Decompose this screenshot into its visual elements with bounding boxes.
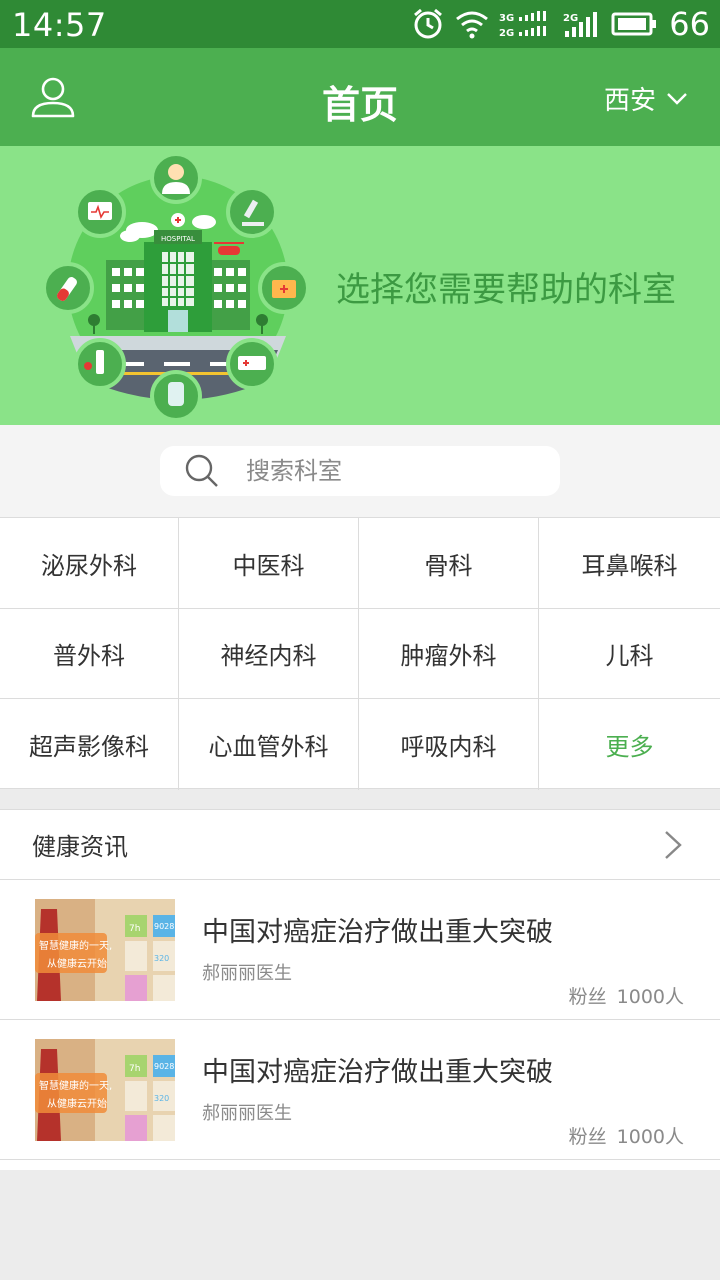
news-fans: 粉丝 1000人: [559, 982, 684, 1009]
alarm-icon: [414, 8, 443, 39]
wifi-icon: [456, 11, 489, 39]
health-news-section: 健康资讯 智慧健康的一天, 从健康云开始 7h 9028 320 中国对癌症治疗…: [0, 809, 720, 1170]
dept-ultrasound-imaging[interactable]: 超声影像科: [0, 699, 179, 790]
banner-prompt: 选择您需要帮助的科室: [336, 270, 676, 310]
department-grid: 泌尿外科 中医科 骨科 耳鼻喉科 普外科 神经内科 肿瘤外科 儿科 超声影像科 …: [0, 517, 720, 790]
chevron-down-icon: [667, 92, 687, 105]
city-label: 西安: [603, 86, 656, 116]
dept-ent[interactable]: 耳鼻喉科: [539, 518, 720, 609]
dept-general-surgery[interactable]: 普外科: [0, 609, 179, 699]
search-input[interactable]: [246, 457, 546, 485]
dept-pediatrics[interactable]: 儿科: [539, 609, 720, 699]
thumb-line-2: 从健康云开始: [47, 1097, 107, 1110]
signal-2g-icon: 2G: [563, 12, 598, 37]
thumb-line-1: 智慧健康的一天,: [39, 1079, 112, 1092]
health-news-title: 健康资讯: [32, 833, 128, 861]
signal-3g-2g-icon: 3G 2G: [499, 11, 547, 39]
thumb-stat-2: 9028: [154, 922, 174, 931]
news-item[interactable]: 智慧健康的一天, 从健康云开始 7h 9028 320 中国对癌症治疗做出重大突…: [0, 1020, 720, 1160]
thumb-line-2: 从健康云开始: [47, 957, 107, 970]
dept-orthopedics[interactable]: 骨科: [359, 518, 539, 609]
search-icon: [185, 454, 218, 487]
health-news-header[interactable]: 健康资讯: [0, 810, 720, 880]
battery-icon: [611, 12, 657, 36]
fans-count: 1000人: [616, 1126, 684, 1148]
news-title: 中国对癌症治疗做出重大突破: [202, 1057, 553, 1088]
status-time: 14:57: [12, 6, 107, 44]
thumb-stat-1: 7h: [129, 1064, 140, 1074]
news-item[interactable]: 智慧健康的一天, 从健康云开始 7h 9028 320 中国对癌症治疗做出重大突…: [0, 880, 720, 1020]
fans-label: 粉丝: [568, 986, 607, 1008]
thumb-line-1: 智慧健康的一天,: [39, 939, 112, 952]
signal-label-2g-second: 2G: [563, 13, 578, 24]
battery-level: 66: [669, 5, 710, 43]
thumb-stat-3: 320: [154, 1094, 169, 1103]
signal-label-2g: 2G: [499, 28, 514, 39]
status-icons: 3G 2G 2G 66: [411, 5, 710, 43]
thumb-stat-1: 7h: [129, 924, 140, 934]
dept-tcm[interactable]: 中医科: [179, 518, 359, 609]
search-box[interactable]: [160, 446, 560, 496]
fans-count: 1000人: [616, 986, 684, 1008]
chevron-right-icon: [665, 830, 682, 859]
hospital-illustration: HOSPITAL: [42, 152, 310, 422]
hospital-sign-text: HOSPITAL: [161, 235, 195, 243]
news-thumbnail: 智慧健康的一天, 从健康云开始 7h 9028 320: [35, 1039, 175, 1141]
signal-label-3g: 3G: [499, 13, 514, 24]
dept-respiratory[interactable]: 呼吸内科: [359, 699, 539, 790]
dept-oncology-surgery[interactable]: 肿瘤外科: [359, 609, 539, 699]
news-thumbnail: 智慧健康的一天, 从健康云开始 7h 9028 320: [35, 899, 175, 1001]
status-bar: 14:57 3G 2G 2G 66: [0, 0, 720, 48]
news-fans: 粉丝 1000人: [559, 1122, 684, 1149]
thumb-stat-3: 320: [154, 954, 169, 963]
fans-label: 粉丝: [568, 1126, 607, 1148]
news-title: 中国对癌症治疗做出重大突破: [202, 917, 553, 948]
dept-urology[interactable]: 泌尿外科: [0, 518, 179, 609]
news-author: 郝丽丽医生: [202, 1103, 292, 1124]
more-departments-button[interactable]: 更多: [539, 699, 720, 790]
department-banner: HOSPITAL 选择您需要帮助的科室: [0, 146, 720, 425]
app-bar: 首页 西安: [0, 48, 720, 146]
dept-cardiovascular-surgery[interactable]: 心血管外科: [179, 699, 359, 790]
city-selector[interactable]: 西安: [604, 80, 688, 117]
search-area: [0, 425, 720, 517]
thumb-stat-2: 9028: [154, 1062, 174, 1071]
dept-neurology[interactable]: 神经内科: [179, 609, 359, 699]
news-author: 郝丽丽医生: [202, 963, 292, 984]
